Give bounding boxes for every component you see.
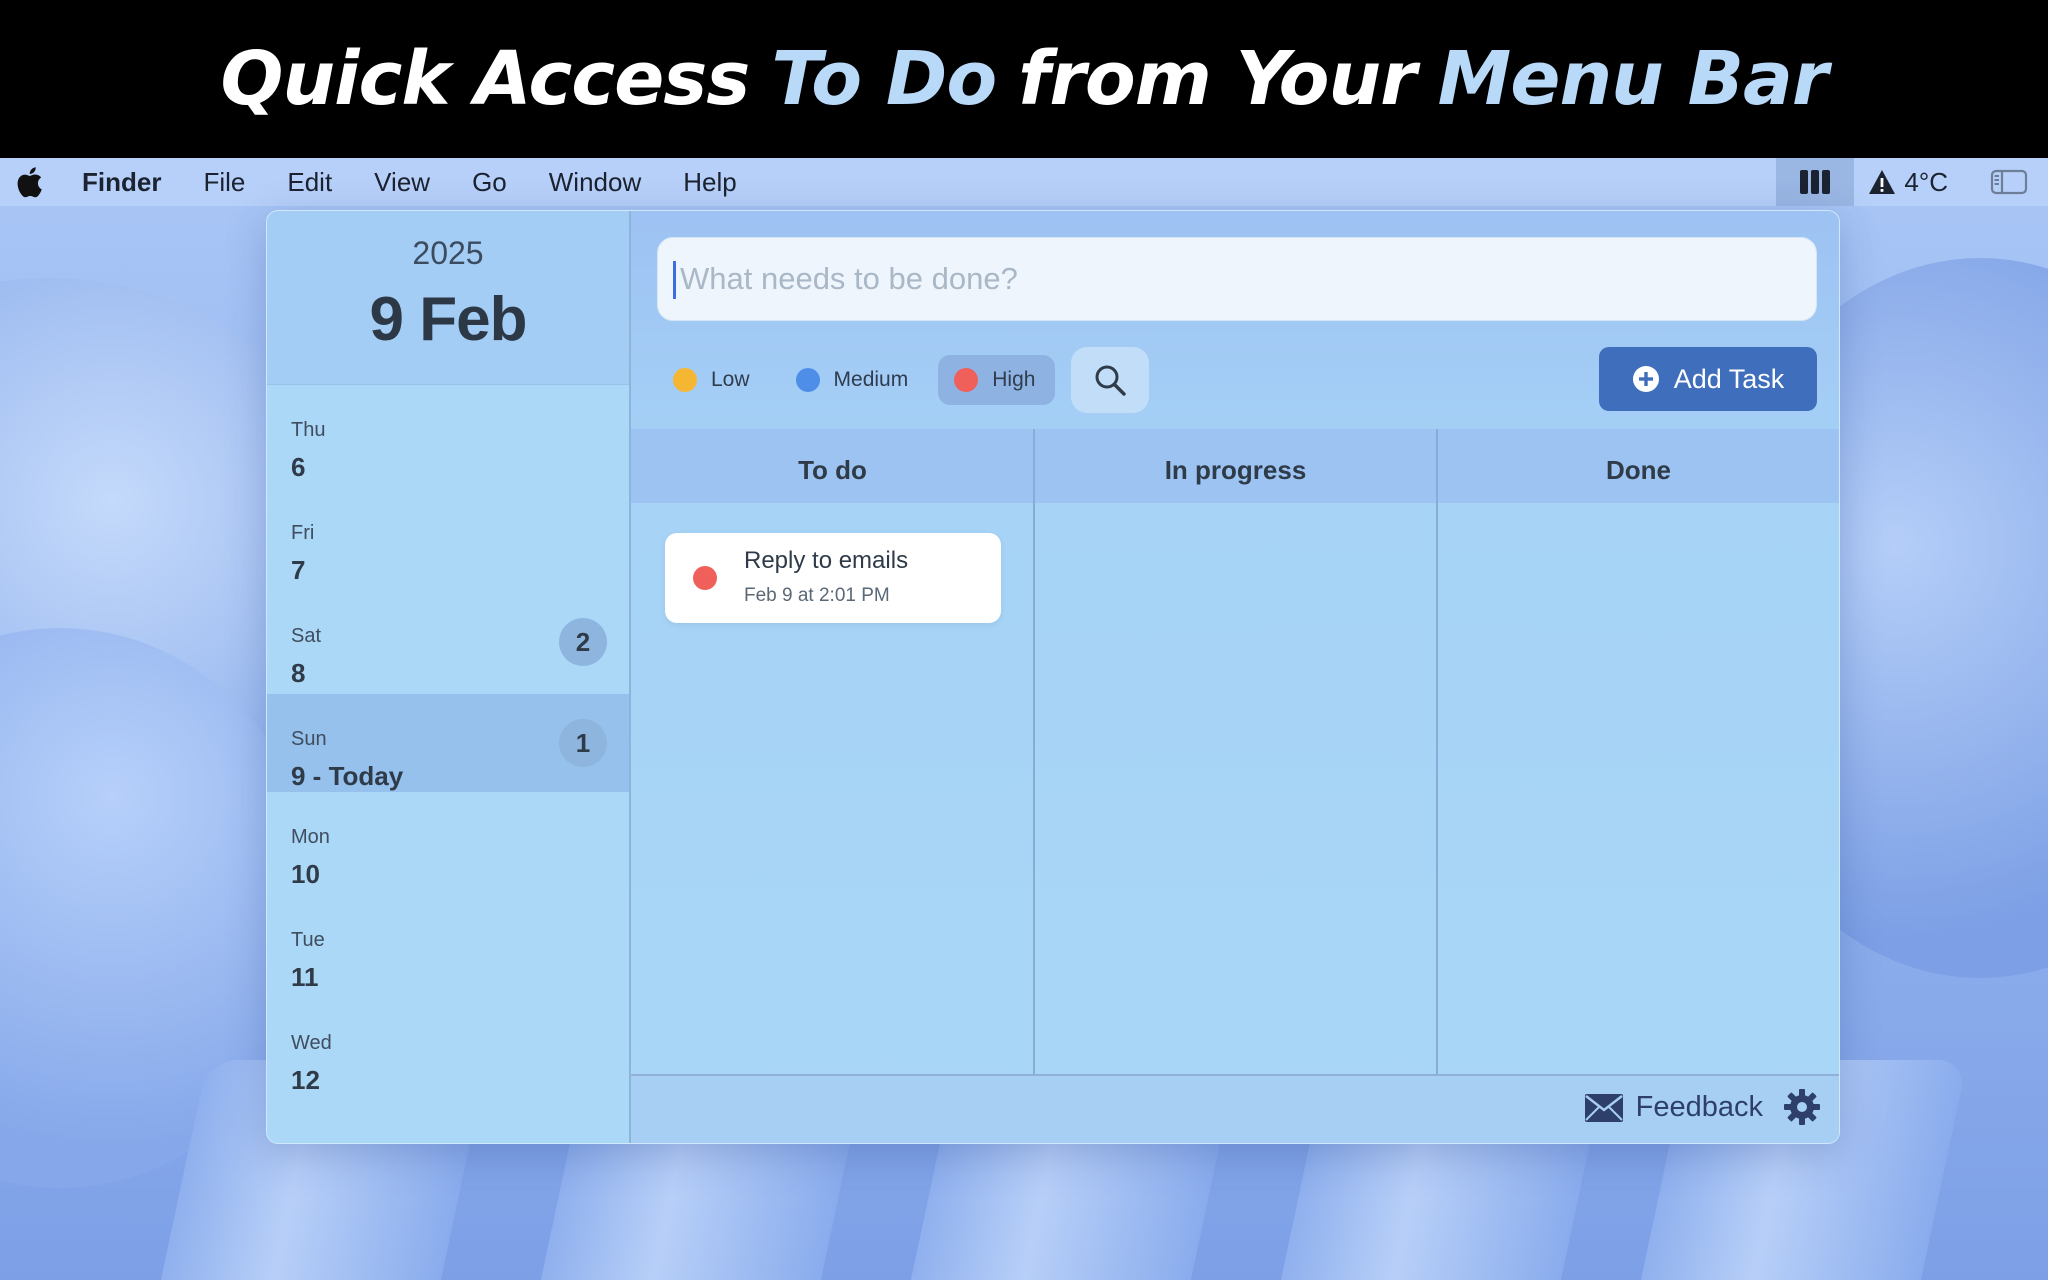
envelope-icon xyxy=(1584,1093,1623,1122)
apple-logo-icon[interactable] xyxy=(14,166,44,198)
todo-menu-extra[interactable] xyxy=(1776,158,1855,206)
day-of-week: Fri xyxy=(291,522,315,544)
column-divider xyxy=(1033,429,1035,1074)
task-count-badge: 1 xyxy=(559,719,607,767)
board-panel: Low Medium High Add xyxy=(631,211,1839,1143)
task-card[interactable]: Reply to emails Feb 9 at 2:01 PM xyxy=(665,533,1001,623)
day-number: 11 xyxy=(291,962,319,992)
menu-go[interactable]: Go xyxy=(472,167,507,198)
add-task-button[interactable]: Add Task xyxy=(1599,347,1817,411)
add-task-label: Add Task xyxy=(1673,363,1785,394)
day-list: Thu 6 Fri 7 Sat 8 2 Sun 9 - Today 1 Mon … xyxy=(267,385,629,1101)
priority-low-label: Low xyxy=(711,368,750,391)
day-of-week: Wed xyxy=(291,1032,332,1054)
day-number: 6 xyxy=(291,452,306,482)
menu-window[interactable]: Window xyxy=(549,167,641,198)
day-item-thu-6[interactable]: Thu 6 xyxy=(267,385,629,488)
headline-part-4: Menu Bar xyxy=(1437,36,1829,122)
headline-part-2: To Do xyxy=(771,36,997,122)
day-number: 12 xyxy=(291,1065,320,1095)
day-of-week: Tue xyxy=(291,929,325,951)
warning-icon xyxy=(1869,170,1896,194)
selected-date-label: 9 Feb xyxy=(369,285,528,354)
task-title: Reply to emails xyxy=(744,547,909,574)
column-header-todo: To do xyxy=(798,455,867,485)
medium-priority-dot-icon xyxy=(795,368,820,392)
priority-high-option[interactable]: High xyxy=(938,355,1056,405)
headline-part-1: Quick Access xyxy=(220,36,751,122)
day-item-fri-7[interactable]: Fri 7 xyxy=(267,488,629,591)
date-header: 2025 9 Feb xyxy=(267,211,629,385)
menu-bar-status-area: 4°C xyxy=(1776,158,2048,206)
column-divider xyxy=(1436,429,1438,1074)
high-priority-dot-icon xyxy=(693,566,717,590)
sidebar-toggle-icon[interactable] xyxy=(1990,169,2028,195)
gear-icon[interactable] xyxy=(1783,1088,1821,1126)
menu-bar: Finder File Edit View Go Window Help 4°C xyxy=(0,158,2048,206)
low-priority-dot-icon xyxy=(673,368,697,392)
high-priority-dot-icon xyxy=(954,368,979,392)
priority-selector: Low Medium High xyxy=(657,347,1150,413)
priority-medium-option[interactable]: Medium xyxy=(780,355,929,405)
task-timestamp: Feb 9 at 2:01 PM xyxy=(744,585,890,606)
feedback-label: Feedback xyxy=(1635,1091,1763,1123)
temperature-label: 4°C xyxy=(1904,166,1948,197)
day-item-wed-12[interactable]: Wed 12 xyxy=(267,998,629,1101)
menu-edit[interactable]: Edit xyxy=(287,167,332,198)
todo-popover-window: 2025 9 Feb Thu 6 Fri 7 Sat 8 2 Sun 9 - T… xyxy=(266,210,1840,1144)
menu-file[interactable]: File xyxy=(203,167,245,198)
priority-high-label: High xyxy=(992,368,1036,391)
weather-status[interactable]: 4°C xyxy=(1868,167,1948,198)
headline-banner: Quick Access To Do from Your Menu Bar xyxy=(0,0,2048,158)
day-item-mon-10[interactable]: Mon 10 xyxy=(267,792,629,895)
text-caret xyxy=(673,261,676,299)
day-of-week: Mon xyxy=(291,826,330,848)
day-number: 7 xyxy=(291,555,306,585)
day-item-today[interactable]: Sun 9 - Today 1 xyxy=(267,694,629,792)
menu-help[interactable]: Help xyxy=(683,167,736,198)
menu-finder[interactable]: Finder xyxy=(82,167,161,198)
board-column-headers: To do In progress Done xyxy=(631,429,1839,503)
search-button[interactable] xyxy=(1071,347,1150,413)
day-number: 10 xyxy=(291,859,320,889)
year-label: 2025 xyxy=(412,235,484,271)
priority-medium-label: Medium xyxy=(833,368,909,391)
menu-view[interactable]: View xyxy=(374,167,430,198)
day-item-sat-8[interactable]: Sat 8 2 xyxy=(267,591,629,694)
task-count-badge: 2 xyxy=(559,618,607,666)
priority-low-option[interactable]: Low xyxy=(657,355,770,405)
columns-icon xyxy=(1800,170,1831,194)
plus-circle-icon xyxy=(1632,366,1659,392)
headline-part-3: from Your xyxy=(1018,36,1416,122)
day-item-tue-11[interactable]: Tue 11 xyxy=(267,895,629,998)
new-task-input[interactable] xyxy=(657,237,1817,321)
feedback-button[interactable]: Feedback xyxy=(1584,1091,1763,1124)
calendar-panel: 2025 9 Feb Thu 6 Fri 7 Sat 8 2 Sun 9 - T… xyxy=(267,211,631,1143)
column-header-done: Done xyxy=(1606,455,1671,485)
search-icon xyxy=(1095,365,1127,396)
day-of-week: Thu xyxy=(291,419,326,441)
column-header-in-progress: In progress xyxy=(1164,455,1307,485)
